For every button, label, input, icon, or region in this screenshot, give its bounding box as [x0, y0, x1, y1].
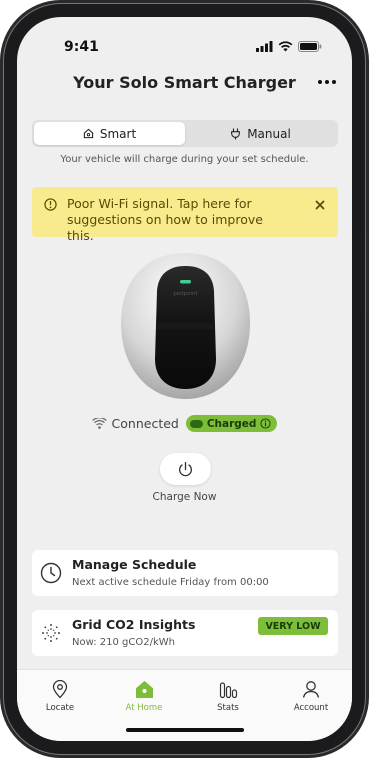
location-pin-icon — [52, 680, 68, 699]
mute-switch — [0, 150, 3, 178]
status-icons — [256, 41, 322, 52]
more-options-button[interactable] — [314, 71, 340, 93]
home-indicator[interactable] — [126, 728, 244, 732]
status-bar: 9:41 — [17, 37, 352, 57]
charged-status-badge[interactable]: Charged — [185, 415, 278, 432]
clock-icon — [40, 562, 62, 584]
manage-schedule-card[interactable]: Manage Schedule Next active schedule Fri… — [32, 550, 338, 596]
charger-illustration: podpoint — [121, 253, 250, 399]
grid-co2-card[interactable]: Grid CO2 Insights Now: 210 gCO2/kWh VERY… — [32, 610, 338, 656]
tab-stats-label: Stats — [217, 703, 239, 713]
dots-sparkle-icon — [42, 624, 60, 642]
more-dot-icon — [325, 80, 329, 84]
charger-brand-logo: podpoint — [173, 291, 198, 297]
tab-smart[interactable]: Smart — [34, 122, 185, 145]
tab-at-home[interactable]: At Home — [109, 680, 179, 713]
tab-account-label: Account — [293, 703, 329, 713]
tab-stats[interactable]: Stats — [193, 680, 263, 713]
charged-label: Charged — [206, 417, 257, 430]
info-icon — [44, 198, 57, 211]
co2-level-badge: VERY LOW — [258, 617, 328, 635]
connection-status: Connected Charged — [17, 415, 352, 432]
bottom-tab-bar: Locate At Home Stats Account — [17, 669, 352, 741]
power-icon — [179, 461, 192, 476]
co2-subtitle: Now: 210 gCO2/kWh — [72, 637, 175, 648]
page-title: Your Solo Smart Charger — [73, 73, 296, 92]
schedule-title: Manage Schedule — [72, 557, 197, 572]
wifi-warning-text: Poor Wi-Fi signal. Tap here for suggesti… — [67, 196, 263, 243]
volume-down-button — [0, 270, 3, 325]
bar-chart-icon — [219, 682, 237, 699]
tab-account[interactable]: Account — [276, 680, 346, 713]
wifi-status-icon — [278, 41, 293, 52]
tab-manual-label: Manual — [247, 126, 291, 141]
wifi-warning-banner[interactable]: Poor Wi-Fi signal. Tap here for suggesti… — [32, 187, 338, 243]
tab-manual[interactable]: Manual — [185, 122, 336, 145]
status-time: 9:41 — [64, 39, 99, 55]
tab-locate[interactable]: Locate — [25, 680, 95, 713]
more-dot-icon — [332, 80, 336, 84]
charged-pill-icon — [189, 419, 203, 428]
app-screen: 9:41 Your Solo Smart Charger Smart Manua… — [17, 17, 352, 741]
close-icon[interactable] — [312, 197, 328, 213]
co2-title: Grid CO2 Insights — [72, 617, 196, 632]
battery-icon — [298, 41, 322, 52]
charge-mode-toggle: Smart Manual — [32, 120, 338, 147]
charge-now-label: Charge Now — [152, 491, 217, 503]
info-icon — [260, 418, 271, 429]
power-plug-icon — [231, 127, 241, 140]
mode-description: Your vehicle will charge during your set… — [60, 154, 309, 165]
home-icon — [83, 128, 94, 139]
tab-locate-label: Locate — [45, 703, 75, 713]
person-icon — [302, 681, 320, 698]
tab-smart-label: Smart — [99, 126, 137, 141]
charge-now-button[interactable] — [160, 453, 211, 485]
volume-up-button — [0, 198, 3, 253]
house-icon — [135, 681, 153, 698]
wifi-icon — [91, 418, 107, 429]
schedule-subtitle: Next active schedule Friday from 00:00 — [72, 577, 269, 588]
more-dot-icon — [318, 80, 322, 84]
connected-label: Connected — [111, 416, 179, 431]
cellular-signal-icon — [256, 41, 273, 52]
tab-at-home-label: At Home — [125, 703, 163, 713]
